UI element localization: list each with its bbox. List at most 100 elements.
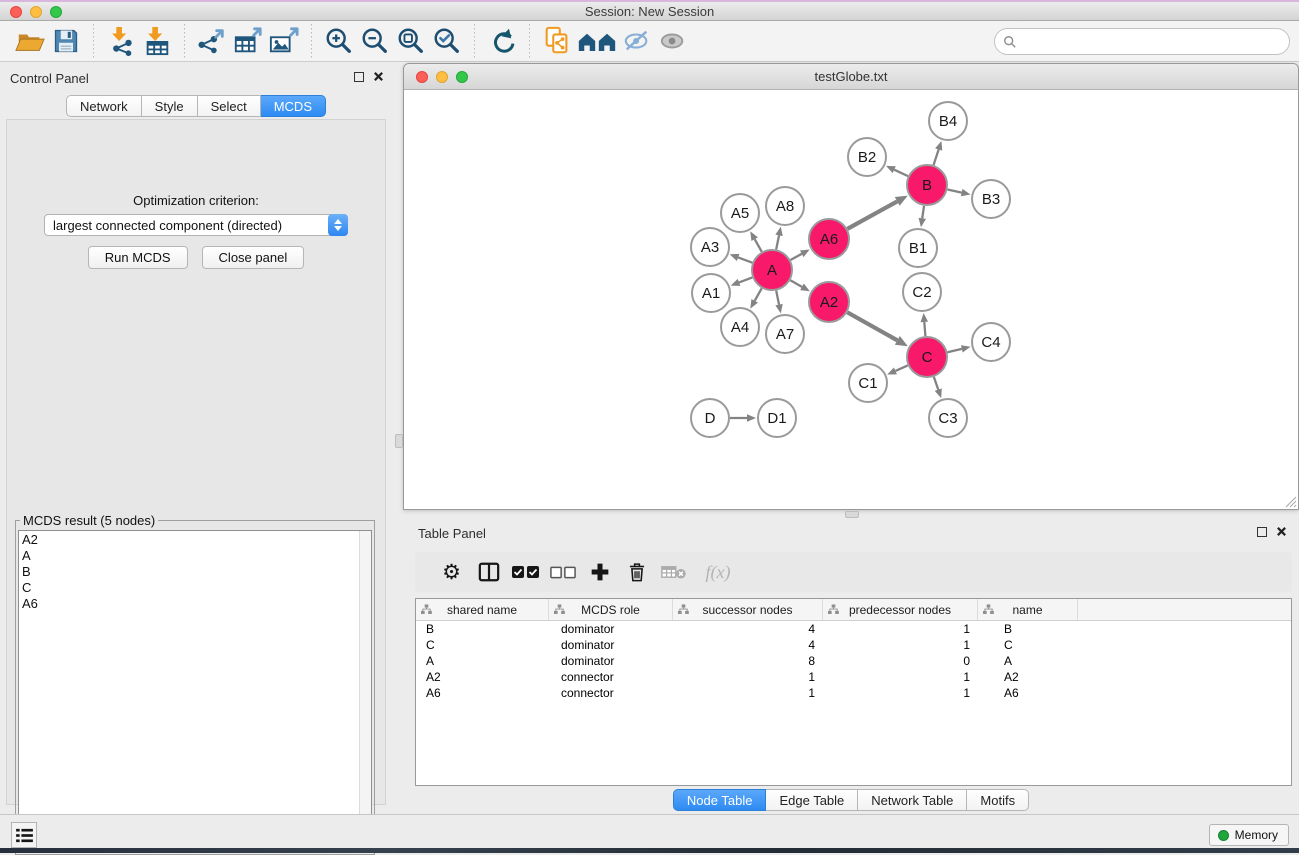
export-image-icon[interactable] bbox=[266, 24, 302, 58]
tab-edge-table[interactable]: Edge Table bbox=[766, 789, 858, 811]
zoom-out-icon[interactable] bbox=[357, 24, 393, 58]
result-item[interactable]: C bbox=[22, 580, 371, 596]
criterion-dropdown[interactable]: largest connected component (directed) bbox=[44, 214, 348, 236]
delete-column-icon[interactable] bbox=[618, 557, 655, 587]
table-cell[interactable]: B bbox=[978, 621, 1078, 637]
node-label-A5: A5 bbox=[731, 205, 749, 222]
settings-gear-icon[interactable]: ⚙ bbox=[433, 557, 470, 587]
run-mcds-button[interactable]: Run MCDS bbox=[88, 246, 188, 269]
export-network-icon[interactable] bbox=[194, 24, 230, 58]
table-row[interactable]: A6connector11A6 bbox=[416, 685, 1291, 701]
table-row[interactable]: Adominator80A bbox=[416, 653, 1291, 669]
table-cell[interactable]: 4 bbox=[673, 637, 823, 653]
memory-button[interactable]: Memory bbox=[1209, 824, 1289, 846]
import-network-icon[interactable] bbox=[103, 24, 139, 58]
column-header-name[interactable]: name bbox=[978, 599, 1078, 620]
add-column-icon[interactable] bbox=[581, 557, 618, 587]
close-panel-button[interactable]: Close panel bbox=[202, 246, 305, 269]
tab-select[interactable]: Select bbox=[198, 95, 261, 117]
arrowhead-icon bbox=[961, 189, 971, 196]
split-divider-handle[interactable] bbox=[845, 511, 859, 518]
table-cell[interactable]: 1 bbox=[823, 621, 978, 637]
save-session-icon[interactable] bbox=[48, 24, 84, 58]
refresh-view-icon[interactable] bbox=[484, 24, 520, 58]
close-panel-icon[interactable] bbox=[373, 71, 384, 82]
zoom-fit-icon[interactable] bbox=[393, 24, 429, 58]
table-cell[interactable]: 4 bbox=[673, 621, 823, 637]
table-cell[interactable]: B bbox=[416, 621, 549, 637]
table-cell[interactable]: connector bbox=[549, 669, 673, 685]
table-cell[interactable]: dominator bbox=[549, 653, 673, 669]
result-item[interactable]: A2 bbox=[22, 532, 371, 548]
table-cell[interactable]: C bbox=[416, 637, 549, 653]
tab-node-table[interactable]: Node Table bbox=[673, 789, 767, 811]
control-panel-title: Control Panel bbox=[10, 71, 89, 86]
duplicate-network-icon[interactable] bbox=[539, 24, 575, 58]
network-canvas[interactable]: B4B2BB3A8A5A6A3B1AA1C2A2A4A7C4CC1C3DD1 bbox=[404, 90, 1298, 509]
split-divider-handle[interactable] bbox=[395, 434, 403, 448]
table-cell[interactable]: 1 bbox=[823, 637, 978, 653]
open-session-icon[interactable] bbox=[12, 24, 48, 58]
table-cell[interactable]: A2 bbox=[978, 669, 1078, 685]
search-input[interactable] bbox=[1017, 34, 1289, 49]
deselect-all-checkboxes-icon[interactable] bbox=[544, 557, 581, 587]
result-item[interactable]: B bbox=[22, 564, 371, 580]
column-header-shared-name[interactable]: shared name bbox=[416, 599, 549, 620]
table-row[interactable]: Cdominator41C bbox=[416, 637, 1291, 653]
table-cell[interactable]: dominator bbox=[549, 637, 673, 653]
result-item[interactable]: A6 bbox=[22, 596, 371, 612]
control-panel-header: Control Panel bbox=[0, 63, 392, 89]
tab-mcds[interactable]: MCDS bbox=[261, 95, 326, 117]
edge-C-C1 bbox=[895, 365, 907, 370]
home-icon[interactable] bbox=[575, 24, 619, 58]
node-table: shared nameMCDS rolesuccessor nodesprede… bbox=[415, 598, 1292, 786]
table-cell[interactable]: A bbox=[416, 653, 549, 669]
network-window-titlebar[interactable]: testGlobe.txt bbox=[404, 64, 1298, 90]
optimization-criterion-label: Optimization criterion: bbox=[7, 193, 385, 208]
table-cell[interactable]: A bbox=[978, 653, 1078, 669]
table-cell[interactable]: connector bbox=[549, 685, 673, 701]
select-all-checkboxes-icon[interactable] bbox=[507, 557, 544, 587]
search-field[interactable] bbox=[994, 28, 1290, 55]
table-row[interactable]: Bdominator41B bbox=[416, 621, 1291, 637]
table-cell[interactable]: 1 bbox=[673, 685, 823, 701]
table-cell[interactable]: A6 bbox=[416, 685, 549, 701]
table-cell[interactable]: 1 bbox=[673, 669, 823, 685]
table-cell[interactable]: 8 bbox=[673, 653, 823, 669]
resize-grip-icon[interactable] bbox=[1284, 495, 1297, 508]
table-cell[interactable]: A2 bbox=[416, 669, 549, 685]
column-visibility-icon[interactable] bbox=[470, 557, 507, 587]
close-panel-icon[interactable] bbox=[1276, 526, 1287, 537]
zoom-selected-icon[interactable] bbox=[429, 24, 465, 58]
tab-motifs[interactable]: Motifs bbox=[967, 789, 1029, 811]
show-panels-icon[interactable] bbox=[655, 24, 691, 58]
column-header-MCDS-role[interactable]: MCDS role bbox=[549, 599, 673, 620]
table-cell[interactable]: 1 bbox=[823, 669, 978, 685]
result-item[interactable]: A bbox=[22, 548, 371, 564]
mcds-result-list[interactable]: A2ABCA6 bbox=[18, 530, 372, 852]
hide-panels-icon[interactable] bbox=[619, 24, 655, 58]
table-cell[interactable]: A6 bbox=[978, 685, 1078, 701]
result-scrollbar[interactable] bbox=[359, 531, 371, 851]
tab-network-table[interactable]: Network Table bbox=[858, 789, 967, 811]
function-builder-icon[interactable]: f(x) bbox=[692, 557, 744, 587]
import-table-icon[interactable] bbox=[139, 24, 175, 58]
delete-table-icon[interactable] bbox=[655, 557, 692, 587]
network-window-title: testGlobe.txt bbox=[404, 69, 1298, 84]
float-panel-icon[interactable] bbox=[1257, 527, 1267, 537]
arrowhead-icon bbox=[730, 254, 740, 261]
column-header-successor-nodes[interactable]: successor nodes bbox=[673, 599, 823, 620]
table-cell[interactable]: dominator bbox=[549, 621, 673, 637]
table-panel-title: Table Panel bbox=[418, 526, 486, 541]
column-header-predecessor-nodes[interactable]: predecessor nodes bbox=[823, 599, 978, 620]
zoom-in-icon[interactable] bbox=[321, 24, 357, 58]
table-cell[interactable]: 0 bbox=[823, 653, 978, 669]
tab-style[interactable]: Style bbox=[142, 95, 198, 117]
export-table-icon[interactable] bbox=[230, 24, 266, 58]
float-panel-icon[interactable] bbox=[354, 72, 364, 82]
tab-network[interactable]: Network bbox=[66, 95, 142, 117]
task-history-button[interactable] bbox=[11, 822, 37, 848]
table-cell[interactable]: C bbox=[978, 637, 1078, 653]
table-row[interactable]: A2connector11A2 bbox=[416, 669, 1291, 685]
table-cell[interactable]: 1 bbox=[823, 685, 978, 701]
